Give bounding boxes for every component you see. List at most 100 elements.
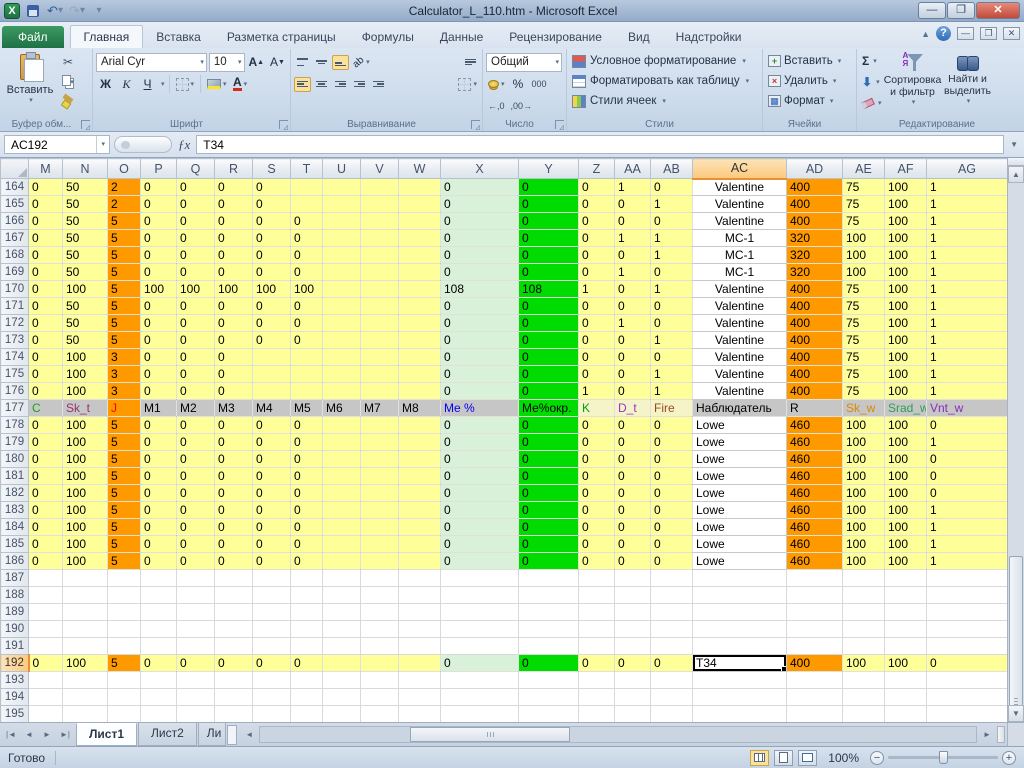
cell-N167[interactable]: 50 [62, 229, 108, 247]
cell-O189[interactable] [107, 603, 141, 621]
conditional-formatting-button[interactable]: Условное форматирование ▾ [570, 51, 759, 71]
cell-V182[interactable] [360, 484, 399, 502]
cell-V175[interactable] [360, 365, 399, 383]
cell-N189[interactable] [62, 603, 108, 621]
cell-O166[interactable]: 5 [107, 212, 141, 230]
fill-button[interactable]: ⬇ ▾ [860, 72, 884, 92]
zoom-out-icon[interactable]: − [870, 750, 884, 765]
cell-U174[interactable] [322, 348, 361, 366]
cell-U171[interactable] [322, 297, 361, 315]
row-header-191[interactable]: 191 [0, 637, 29, 655]
cell-W181[interactable] [398, 467, 441, 485]
cell-AC184[interactable]: Lowe [692, 518, 787, 536]
cell-AB169[interactable]: 0 [650, 263, 693, 281]
cell-Z195[interactable] [578, 705, 615, 722]
cell-Q187[interactable] [176, 569, 215, 587]
undo-button[interactable]: ↶ ▾ [46, 2, 64, 19]
cell-AE173[interactable]: 75 [842, 331, 885, 349]
font-family-select[interactable]: Arial Cyr ▾ [96, 52, 207, 72]
cell-Z187[interactable] [578, 569, 615, 587]
cell-R180[interactable]: 0 [214, 450, 253, 468]
cell-N191[interactable] [62, 637, 108, 655]
cell-V178[interactable] [360, 416, 399, 434]
cell-W183[interactable] [398, 501, 441, 519]
cell-Q175[interactable]: 0 [176, 365, 215, 383]
cell-U167[interactable] [322, 229, 361, 247]
fill-color-button[interactable]: ▾ [205, 75, 229, 94]
doc-close-icon[interactable]: ✕ [1003, 27, 1020, 40]
cell-Q191[interactable] [176, 637, 215, 655]
cell-T181[interactable]: 0 [290, 467, 323, 485]
cell-O195[interactable] [107, 705, 141, 722]
cell-V168[interactable] [360, 246, 399, 264]
cell-Q169[interactable]: 0 [176, 263, 215, 281]
cell-AD169[interactable]: 320 [786, 263, 843, 281]
cell-AG166[interactable]: 1 [926, 212, 1007, 230]
cell-Y191[interactable] [518, 637, 579, 655]
cell-AG175[interactable]: 1 [926, 365, 1007, 383]
cell-AG177[interactable]: Vnt_w [926, 399, 1007, 417]
cell-AB164[interactable]: 0 [650, 178, 693, 196]
cell-U168[interactable] [322, 246, 361, 264]
cell-P186[interactable]: 0 [140, 552, 177, 570]
cell-AC165[interactable]: Valentine [692, 195, 787, 213]
cell-O181[interactable]: 5 [107, 467, 141, 485]
sort-filter-button[interactable]: АЯ Сортировка и фильтр ▾ [884, 51, 942, 117]
cell-R168[interactable]: 0 [214, 246, 253, 264]
cell-AE166[interactable]: 75 [842, 212, 885, 230]
cell-P183[interactable]: 0 [140, 501, 177, 519]
row-header-179[interactable]: 179 [0, 433, 29, 451]
autosum-button[interactable]: Σ ▾ [860, 51, 884, 71]
cell-Y182[interactable]: 0 [518, 484, 579, 502]
cell-R177[interactable]: M3 [214, 399, 253, 417]
cell-V192[interactable] [360, 654, 399, 672]
vertical-split-handle[interactable] [1008, 158, 1024, 166]
cell-P173[interactable]: 0 [140, 331, 177, 349]
row-header-193[interactable]: 193 [0, 671, 29, 689]
cell-N190[interactable] [62, 620, 108, 638]
cell-AB189[interactable] [650, 603, 693, 621]
cell-T180[interactable]: 0 [290, 450, 323, 468]
row-header-195[interactable]: 195 [0, 705, 29, 722]
row-header-185[interactable]: 185 [0, 535, 29, 553]
cell-T193[interactable] [290, 671, 323, 689]
cell-Y166[interactable]: 0 [518, 212, 579, 230]
cell-AG172[interactable]: 1 [926, 314, 1007, 332]
cell-O190[interactable] [107, 620, 141, 638]
cell-AA181[interactable]: 0 [614, 467, 651, 485]
cell-U194[interactable] [322, 688, 361, 706]
cell-M168[interactable]: 0 [28, 246, 63, 264]
cell-N186[interactable]: 100 [62, 552, 108, 570]
cell-U191[interactable] [322, 637, 361, 655]
cell-P166[interactable]: 0 [140, 212, 177, 230]
cell-AF177[interactable]: Srad_w [884, 399, 927, 417]
cell-Y189[interactable] [518, 603, 579, 621]
cell-V169[interactable] [360, 263, 399, 281]
cell-AB192[interactable]: 0 [650, 654, 693, 672]
cell-S164[interactable]: 0 [252, 178, 291, 196]
normal-view-button[interactable] [750, 749, 770, 766]
cell-Z166[interactable]: 0 [578, 212, 615, 230]
cell-AA175[interactable]: 0 [614, 365, 651, 383]
cell-M185[interactable]: 0 [28, 535, 63, 553]
cell-N193[interactable] [62, 671, 108, 689]
cell-P169[interactable]: 0 [140, 263, 177, 281]
cell-O179[interactable]: 5 [107, 433, 141, 451]
cell-Z190[interactable] [578, 620, 615, 638]
cell-AG191[interactable] [926, 637, 1007, 655]
cell-AF183[interactable]: 100 [884, 501, 927, 519]
cell-AF167[interactable]: 100 [884, 229, 927, 247]
cell-P189[interactable] [140, 603, 177, 621]
cell-N187[interactable] [62, 569, 108, 587]
cell-AA170[interactable]: 0 [614, 280, 651, 298]
cell-AG181[interactable]: 0 [926, 467, 1007, 485]
sheet-tab-list2[interactable]: Лист2 [138, 723, 197, 746]
cell-AB186[interactable]: 0 [650, 552, 693, 570]
cell-Q170[interactable]: 100 [176, 280, 215, 298]
cell-AC172[interactable]: Valentine [692, 314, 787, 332]
cell-Q166[interactable]: 0 [176, 212, 215, 230]
formula-input[interactable]: T34 [196, 135, 1005, 154]
cell-V164[interactable] [360, 178, 399, 196]
cell-Z164[interactable]: 0 [578, 178, 615, 196]
cell-X172[interactable]: 0 [440, 314, 519, 332]
